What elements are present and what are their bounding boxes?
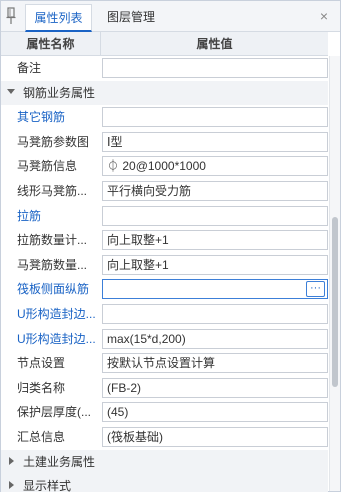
tab-property-list[interactable]: 属性列表 — [25, 4, 92, 32]
property-value: (FB-2) — [107, 380, 141, 395]
property-value: 20@1000*1000 — [119, 159, 206, 174]
property-value-field[interactable]: (筏板基础) — [102, 426, 328, 447]
property-value-field[interactable]: 按默认节点设置计算 — [102, 353, 328, 374]
property-name: 拉筋 — [17, 208, 42, 223]
property-row: 筏板侧面纵筋 ··· — [1, 277, 328, 302]
property-name: 保护层厚度(... — [17, 405, 91, 420]
property-name: 筏板侧面纵筋 — [17, 282, 90, 297]
caret-down-icon[interactable] — [7, 88, 15, 94]
group-label: 土建业务属性 — [23, 454, 96, 469]
property-value: 向上取整+1 — [107, 233, 169, 248]
property-name: 拉筋数量计... — [17, 233, 88, 248]
property-value-field[interactable]: ⏀ 20@1000*1000 — [102, 156, 328, 177]
property-value: (筏板基础) — [107, 429, 163, 444]
property-row: 线形马凳筋... 平行横向受力筋 — [1, 179, 328, 204]
property-name: 马凳筋数量... — [17, 257, 88, 272]
group-row[interactable]: 钢筋业务属性 — [1, 80, 328, 106]
property-row: 节点设置 按默认节点设置计算 — [1, 351, 328, 376]
property-name: 线形马凳筋... — [17, 183, 88, 198]
group-label: 显示样式 — [23, 479, 72, 492]
property-value-field[interactable]: Ⅰ型 — [102, 131, 328, 152]
property-value: Ⅰ型 — [107, 134, 123, 149]
caret-right-icon[interactable] — [9, 456, 14, 465]
column-header-name: 属性名称 — [1, 32, 101, 56]
property-row: 备注 — [1, 56, 328, 81]
property-value-field[interactable] — [102, 303, 328, 324]
property-name: 归类名称 — [17, 380, 66, 395]
property-name: 马凳筋信息 — [17, 159, 78, 174]
property-row: 马凳筋信息 ⏀ 20@1000*1000 — [1, 154, 328, 179]
property-name: 备注 — [17, 61, 42, 75]
property-row: 归类名称 (FB-2) — [1, 376, 328, 401]
tab-bar: 属性列表 图层管理 × — [1, 1, 340, 32]
property-value-field[interactable]: 平行横向受力筋 — [102, 180, 328, 201]
scrollbar-thumb[interactable] — [332, 217, 338, 387]
property-row: 汇总信息 (筏板基础) — [1, 425, 328, 450]
grid-header: 属性名称 属性值 — [1, 32, 328, 56]
property-value-field[interactable] — [102, 205, 328, 226]
property-row: 拉筋 — [1, 204, 328, 229]
property-row: 马凳筋数量... 向上取整+1 — [1, 253, 328, 278]
property-rows: 备注 钢筋业务属性 其它钢筋 马凳筋参数图 Ⅰ型 马凳筋信息 ⏀ 20@1000*1000 线… — [1, 56, 328, 492]
property-row: U形构造封边... max(15*d,200) — [1, 327, 328, 352]
property-row: 保护层厚度(... (45) — [1, 400, 328, 425]
rebar-grade-icon: ⏀ — [107, 159, 120, 174]
pin-icon[interactable] — [6, 7, 16, 25]
property-value: 向上取整+1 — [107, 257, 169, 272]
property-name: 马凳筋参数图 — [17, 134, 90, 149]
property-value-field[interactable] — [102, 58, 328, 78]
property-value: (45) — [107, 405, 129, 420]
property-name: U形构造封边... — [17, 306, 96, 321]
property-row: 拉筋数量计... 向上取整+1 — [1, 228, 328, 253]
property-row: 马凳筋参数图 Ⅰ型 — [1, 130, 328, 155]
property-value-field[interactable]: 向上取整+1 — [102, 230, 328, 251]
caret-right-icon[interactable] — [9, 481, 14, 490]
property-value-field[interactable]: (45) — [102, 402, 328, 423]
property-value-field[interactable]: ··· — [102, 279, 328, 300]
property-name: 汇总信息 — [17, 429, 66, 444]
property-value-field[interactable]: max(15*d,200) — [102, 328, 328, 349]
property-value-field[interactable]: (FB-2) — [102, 377, 328, 398]
more-options-button[interactable]: ··· — [306, 281, 325, 298]
property-row: 其它钢筋 — [1, 105, 328, 130]
tab-layer-management[interactable]: 图层管理 — [96, 4, 166, 32]
property-value-field[interactable] — [102, 107, 328, 128]
property-name: 节点设置 — [17, 356, 66, 371]
properties-panel: 属性列表 图层管理 × 属性名称 属性值 备注钢筋业务属性其它钢筋马凳筋参数图 Ⅰ… — [0, 0, 341, 492]
column-header-value: 属性值 — [196, 37, 233, 51]
property-name: 其它钢筋 — [17, 110, 66, 125]
property-value: 按默认节点设置计算 — [107, 356, 216, 371]
property-value-field[interactable]: 向上取整+1 — [102, 254, 328, 275]
group-row[interactable]: 显示样式 — [1, 474, 328, 492]
close-icon[interactable]: × — [317, 8, 331, 24]
property-row: U形构造封边... — [1, 302, 328, 327]
property-value: 平行横向受力筋 — [107, 183, 192, 198]
property-name: U形构造封边... — [17, 331, 96, 346]
group-label: 钢筋业务属性 — [23, 85, 96, 100]
property-value: max(15*d,200) — [107, 331, 186, 346]
group-row[interactable]: 土建业务属性 — [1, 449, 328, 475]
